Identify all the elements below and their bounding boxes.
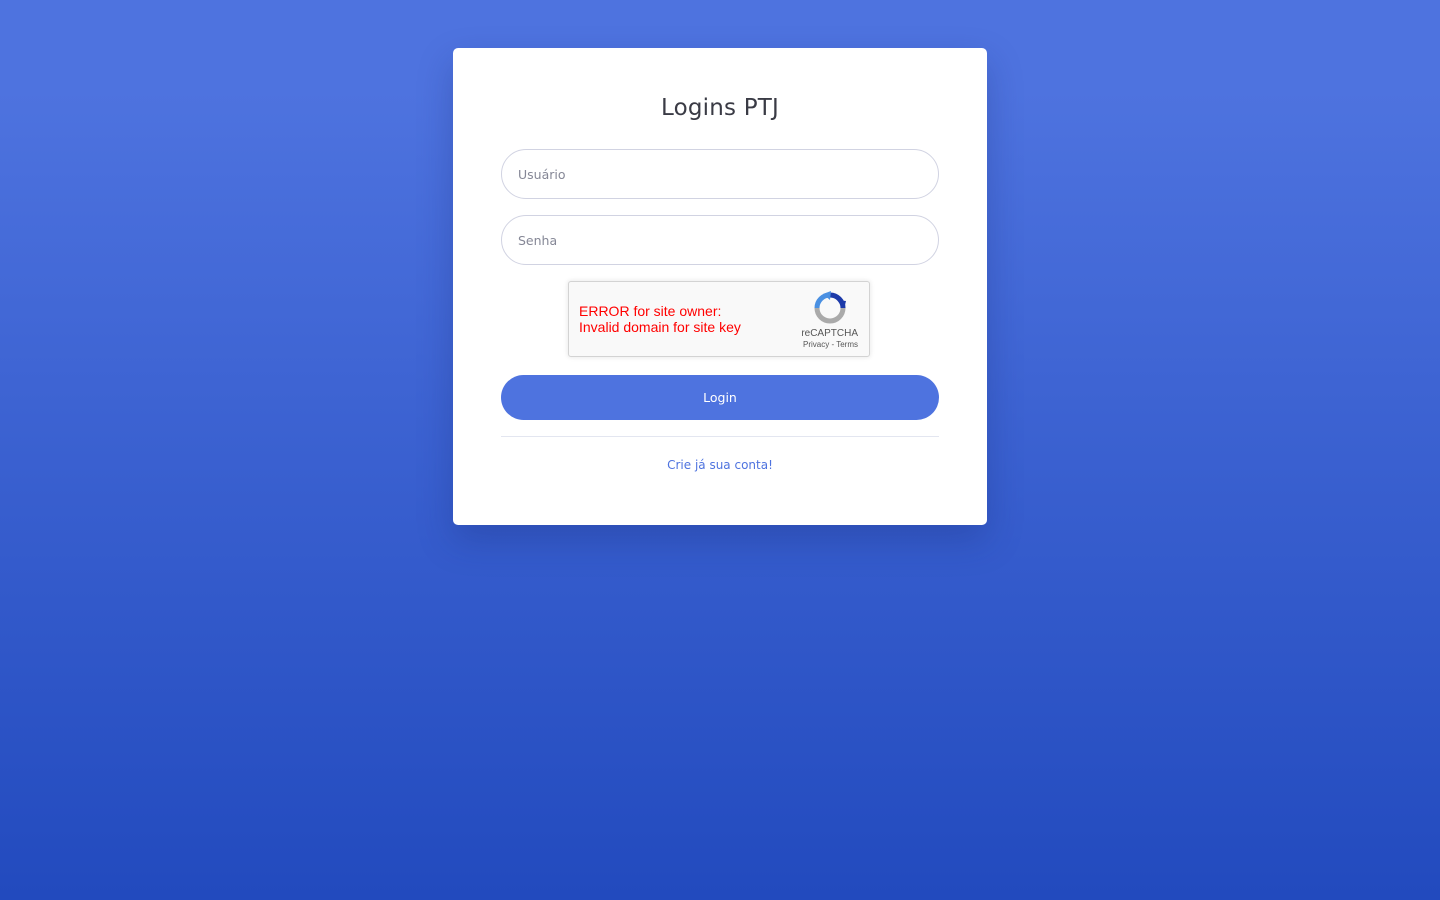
recaptcha-widget[interactable]: ERROR for site owner: Invalid domain for… [568, 281, 870, 357]
divider [501, 436, 939, 437]
create-account-link[interactable]: Crie já sua conta! [453, 458, 987, 472]
recaptcha-error-line: Invalid domain for site key [579, 319, 741, 335]
recaptcha-brand: reCAPTCHA [801, 328, 858, 339]
recaptcha-links: Privacy - Terms [803, 340, 858, 349]
recaptcha-error-message: ERROR for site owner: Invalid domain for… [579, 303, 741, 335]
recaptcha-error-line: ERROR for site owner: [579, 303, 722, 319]
login-card: Logins PTJ ERROR for site owner: Invalid… [453, 48, 987, 525]
login-button[interactable]: Login [501, 375, 939, 420]
recaptcha-logo-icon [814, 291, 846, 324]
recaptcha-privacy-link[interactable]: Privacy [803, 340, 829, 349]
recaptcha-terms-link[interactable]: Terms [836, 340, 858, 349]
page-title: Logins PTJ [660, 95, 780, 121]
recaptcha-link-separator: - [831, 340, 835, 349]
password-input[interactable] [501, 215, 939, 265]
username-input[interactable] [501, 149, 939, 199]
